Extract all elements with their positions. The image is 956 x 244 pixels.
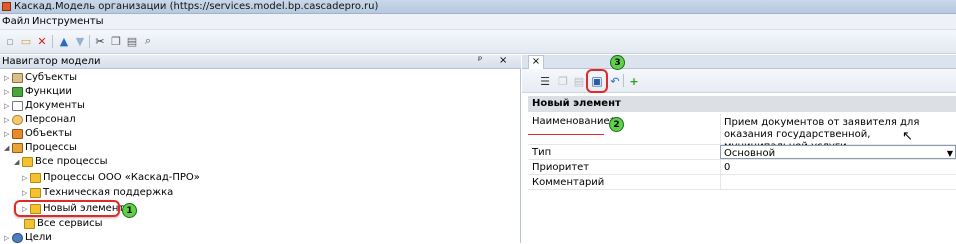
folder-icon bbox=[24, 218, 35, 229]
tree-item-personnel[interactable]: ▷ Персонал bbox=[4, 113, 76, 126]
navigator-header: Навигатор модели ᵖ × bbox=[0, 55, 521, 69]
tree-item-all-processes[interactable]: ◢ Все процессы bbox=[14, 155, 108, 168]
documents-icon bbox=[12, 100, 23, 111]
list-view-icon[interactable]: ☰ bbox=[538, 74, 552, 88]
move-down-icon[interactable]: ▼ bbox=[73, 34, 87, 48]
tree-item-functions[interactable]: ▷ Функции bbox=[4, 85, 72, 98]
window-title: Каскад.Модель организации (https://servi… bbox=[14, 1, 379, 12]
expand-icon[interactable]: ▷ bbox=[22, 189, 30, 197]
collapse-icon[interactable]: ◢ bbox=[4, 144, 12, 152]
editor-tabstrip: × bbox=[522, 55, 956, 69]
copy-icon[interactable]: ❐ bbox=[109, 34, 123, 48]
processes-icon bbox=[12, 142, 23, 153]
cursor-icon: ↖ bbox=[902, 129, 913, 144]
comment-field[interactable] bbox=[720, 175, 956, 189]
folder-icon bbox=[22, 156, 33, 167]
goals-icon bbox=[12, 232, 23, 243]
tree-item-objects[interactable]: ▷ Объекты bbox=[4, 127, 72, 140]
personnel-icon bbox=[12, 114, 23, 125]
expand-icon[interactable]: ▷ bbox=[4, 74, 12, 82]
step-badge-3: 3 bbox=[610, 55, 625, 70]
tree-item-tech-support[interactable]: ▷ Техническая поддержка bbox=[22, 186, 173, 199]
tree-item-documents[interactable]: ▷ Документы bbox=[4, 99, 85, 112]
expand-icon[interactable]: ▷ bbox=[4, 116, 12, 124]
chevron-down-icon[interactable]: ▼ bbox=[947, 148, 953, 160]
section-header: Новый элемент bbox=[528, 96, 956, 112]
pin-icon[interactable]: ᵖ bbox=[478, 55, 482, 66]
property-row-priority: Приоритет 0 bbox=[528, 160, 956, 175]
expand-icon[interactable]: ▷ bbox=[4, 88, 12, 96]
subjects-icon bbox=[12, 72, 23, 83]
main-toolbar: ▫ ▭ ✕ ▲ ▼ ✂ ❐ ▤ ⌕ bbox=[0, 30, 956, 54]
step-badge-1: 1 bbox=[122, 203, 137, 218]
property-label: Приоритет bbox=[532, 162, 590, 173]
paste-icon[interactable]: ▤ bbox=[572, 74, 586, 88]
menu-tools[interactable]: Инструменты bbox=[32, 16, 104, 27]
app-icon bbox=[2, 2, 11, 11]
copy-icon[interactable]: ❐ bbox=[556, 74, 570, 88]
name-field[interactable]: Прием документов от заявителя для оказан… bbox=[720, 114, 956, 152]
name-underline bbox=[528, 134, 604, 135]
property-label: Наименование* bbox=[532, 116, 615, 127]
property-row-type: Тип Основной ▼ bbox=[528, 145, 956, 160]
property-row-comment: Комментарий bbox=[528, 175, 956, 190]
undo-icon[interactable]: ↶ bbox=[608, 74, 622, 88]
move-up-icon[interactable]: ▲ bbox=[57, 34, 71, 48]
tree-item-subjects[interactable]: ▷ Субъекты bbox=[4, 71, 77, 84]
paste-icon[interactable]: ▤ bbox=[125, 34, 139, 48]
save-highlight bbox=[586, 69, 608, 93]
expand-icon[interactable]: ▷ bbox=[4, 102, 12, 110]
tree-item-all-services[interactable]: Все сервисы bbox=[24, 217, 102, 230]
type-select[interactable]: Основной ▼ bbox=[720, 145, 956, 159]
tree-item-goals[interactable]: ▷ Цели bbox=[4, 231, 52, 244]
element-editor: × ☰ ❐ ▤ ▣ ↶ + 3 Новый элемент Наименован… bbox=[522, 55, 956, 243]
expand-icon[interactable]: ▷ bbox=[4, 234, 12, 242]
tree-item-kaskad-processes[interactable]: ▷ Процессы ООО «Каскад-ПРО» bbox=[22, 171, 200, 184]
step-badge-2: 2 bbox=[609, 117, 624, 132]
expand-icon[interactable]: ▷ bbox=[4, 130, 12, 138]
property-label: Комментарий bbox=[532, 177, 605, 188]
tab-close-icon[interactable]: × bbox=[528, 55, 544, 69]
priority-field[interactable]: 0 bbox=[720, 160, 956, 174]
window-titlebar: Каскад.Модель организации (https://servi… bbox=[0, 0, 956, 14]
tree-item-processes[interactable]: ◢ Процессы bbox=[4, 141, 77, 154]
add-icon[interactable]: + bbox=[627, 74, 641, 88]
preview-icon[interactable]: ⌕ bbox=[141, 34, 155, 48]
collapse-icon[interactable]: ◢ bbox=[14, 158, 22, 166]
cut-icon[interactable]: ✂ bbox=[93, 34, 107, 48]
menu-bar: Файл Инструменты bbox=[0, 14, 956, 30]
new-element-highlight bbox=[14, 200, 120, 217]
open-icon[interactable]: ▭ bbox=[19, 34, 33, 48]
objects-icon bbox=[12, 128, 23, 139]
close-icon[interactable]: × bbox=[499, 55, 507, 66]
new-icon[interactable]: ▫ bbox=[3, 34, 17, 48]
delete-icon[interactable]: ✕ bbox=[35, 34, 49, 48]
expand-icon[interactable]: ▷ bbox=[22, 174, 30, 182]
folder-icon bbox=[30, 172, 41, 183]
menu-file[interactable]: Файл bbox=[2, 16, 30, 27]
property-label: Тип bbox=[532, 147, 552, 158]
folder-icon bbox=[30, 187, 41, 198]
model-navigator: Навигатор модели ᵖ × ▷ Субъекты ▷ Функции … bbox=[0, 55, 521, 243]
navigator-title: Навигатор модели bbox=[2, 56, 101, 67]
property-row-name: Наименование* Прием документов от заявит… bbox=[528, 114, 956, 152]
functions-icon bbox=[12, 86, 23, 97]
